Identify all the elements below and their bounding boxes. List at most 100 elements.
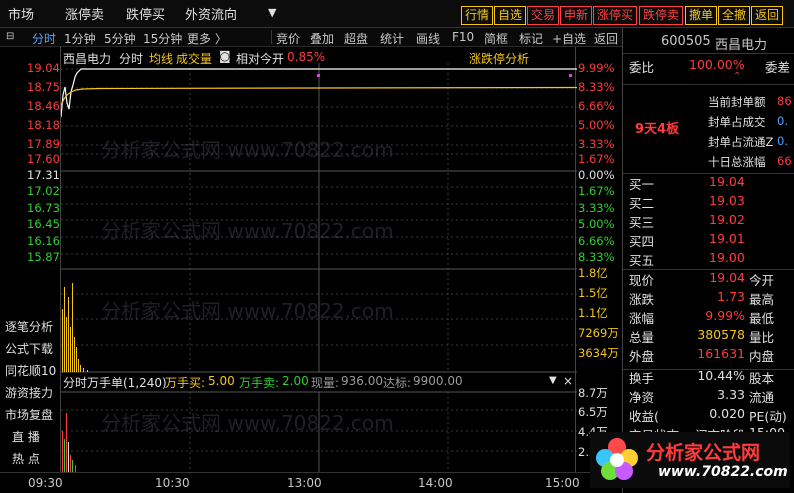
side-menu-ths10[interactable]: 同花顺10 bbox=[5, 362, 56, 379]
stat-value: 9.99% bbox=[705, 308, 745, 323]
price-tick: 17.89 bbox=[27, 137, 60, 151]
bid-label: 买三 bbox=[629, 215, 655, 230]
seal-row-label: 封单占成交 bbox=[708, 115, 766, 129]
target-value: 9900.00 bbox=[413, 374, 463, 388]
f10-button[interactable]: F10 bbox=[452, 30, 474, 44]
trade-button[interactable]: 交易 bbox=[527, 6, 560, 25]
bid-price[interactable]: 19.03 bbox=[709, 193, 745, 208]
big-sell-label: 万手卖: bbox=[239, 376, 280, 390]
pct-tick: 3.33% bbox=[578, 137, 615, 151]
return-button[interactable]: 返回 bbox=[594, 30, 618, 47]
stat-label: 涨幅 bbox=[629, 311, 655, 326]
draw-line-button[interactable]: 画线 bbox=[416, 30, 440, 47]
time-tick: 14:00 bbox=[418, 476, 453, 490]
cancel-all-button[interactable]: 全撤 bbox=[718, 6, 751, 25]
price-tick: 18.75 bbox=[27, 80, 60, 94]
cancel-order-button[interactable]: 撤单 bbox=[685, 6, 718, 25]
bid-label: 买四 bbox=[629, 234, 655, 249]
stats-button[interactable]: 统计 bbox=[380, 30, 404, 47]
volume-tick: 1.1亿 bbox=[578, 306, 608, 320]
price-tick: 19.04 bbox=[27, 61, 60, 75]
tab-limit-down-buy[interactable]: 跌停买 bbox=[126, 4, 165, 23]
stat-value: 380578 bbox=[697, 327, 745, 342]
stat-value: 19.04 bbox=[709, 270, 745, 285]
tab-limit-up-sell[interactable]: 涨停卖 bbox=[65, 4, 104, 23]
target-label: 达标: bbox=[383, 376, 412, 390]
pct-tick: 9.99% bbox=[578, 61, 615, 75]
seal-row-value: 86 bbox=[777, 94, 792, 108]
collapse-icon[interactable]: ⊟ bbox=[6, 31, 14, 42]
pct-tick: 0.00% bbox=[578, 168, 615, 182]
tab-5min[interactable]: 5分钟 bbox=[104, 30, 136, 47]
time-axis: 09:30 10:30 13:00 14:00 15:00 bbox=[0, 472, 622, 493]
price-tick: 18.46 bbox=[27, 99, 60, 113]
stat-value: 3.33 bbox=[717, 387, 745, 402]
lower-tick: 6.5万 bbox=[578, 405, 608, 419]
pct-tick: 6.66% bbox=[578, 99, 615, 113]
limit-up-buy-button[interactable]: 涨停买 bbox=[593, 6, 638, 25]
quote-button[interactable]: 行情 bbox=[461, 6, 494, 25]
pct-tick: 8.33% bbox=[578, 250, 615, 264]
chart-svg bbox=[61, 63, 577, 472]
side-menu-relay[interactable]: 游资接力 bbox=[5, 384, 53, 401]
bid-label: 买五 bbox=[629, 253, 655, 268]
side-menu-live[interactable]: 直 播 bbox=[12, 428, 40, 445]
side-menu-market-review[interactable]: 市场复盘 bbox=[5, 406, 53, 423]
pct-tick: 6.66% bbox=[578, 234, 615, 248]
simple-frame-button[interactable]: 简框 bbox=[484, 30, 508, 47]
volume-bars bbox=[62, 283, 88, 372]
stat-label: 最低 bbox=[749, 311, 775, 326]
side-menu-tick-analysis[interactable]: 逐笔分析 bbox=[5, 318, 53, 335]
volume-tick: 7269万 bbox=[578, 326, 619, 340]
chart-area[interactable]: 西昌电力 分时 均线 成交量 ◙ 相对今开 0.85% 涨跌停分析 分时万手单(… bbox=[60, 47, 577, 472]
right-axis: 9.99% 8.33% 6.66% 5.00% 3.33% 1.67% 0.00% 1.67%… bbox=[576, 47, 622, 472]
current-volume-value: 936.00 bbox=[341, 374, 383, 388]
back-button[interactable]: 返回 bbox=[751, 6, 784, 25]
add-watchlist-button[interactable]: +自选 bbox=[552, 30, 586, 47]
stock-code: 600505 bbox=[661, 34, 711, 49]
bid-price[interactable]: 19.01 bbox=[709, 231, 745, 246]
stat-label: 收益( bbox=[629, 409, 659, 424]
dropdown-icon[interactable]: ▼ bbox=[549, 375, 557, 386]
volume-tick: 1.8亿 bbox=[578, 266, 608, 280]
bid-price[interactable]: 19.02 bbox=[709, 212, 745, 227]
chevron-up-icon[interactable]: ⌃ bbox=[733, 71, 741, 82]
price-tick: 15.87 bbox=[27, 250, 60, 264]
tab-foreign-flow[interactable]: 外资流向 bbox=[185, 4, 237, 23]
close-icon[interactable]: × bbox=[563, 374, 573, 388]
tab-1min[interactable]: 1分钟 bbox=[64, 30, 96, 47]
logo-url: www.70822.com bbox=[658, 464, 788, 480]
tab-15min[interactable]: 15分钟 bbox=[143, 30, 182, 47]
pct-tick: 8.33% bbox=[578, 80, 615, 94]
watchlist-button[interactable]: 自选 bbox=[494, 6, 527, 25]
dropdown-icon[interactable]: ▼ bbox=[268, 6, 276, 19]
stat-label: 今开 bbox=[749, 273, 775, 288]
big-sell-value: 2.00 bbox=[282, 374, 309, 388]
side-menu-formula-download[interactable]: 公式下载 bbox=[5, 340, 53, 357]
bid-label: 买一 bbox=[629, 177, 655, 192]
lower-tick: 8.7万 bbox=[578, 386, 608, 400]
mark-button[interactable]: 标记 bbox=[519, 30, 543, 47]
ipo-button[interactable]: 申新 bbox=[560, 6, 593, 25]
stat-label: 涨跌 bbox=[629, 292, 655, 307]
side-menu-hot[interactable]: 热 点 bbox=[12, 450, 40, 467]
tab-intraday[interactable]: 分时 bbox=[32, 30, 56, 47]
stat-label: 换手 bbox=[629, 371, 655, 386]
pct-tick: 1.67% bbox=[578, 152, 615, 166]
weibi-value: 100.00% bbox=[689, 57, 745, 72]
overlay-button[interactable]: 叠加 bbox=[310, 30, 334, 47]
tab-market[interactable]: 市场 bbox=[8, 4, 34, 23]
limit-down-sell-button[interactable]: 跌停卖 bbox=[639, 6, 684, 25]
weibi-label: 委比 bbox=[629, 60, 655, 75]
super-button[interactable]: 超盘 bbox=[344, 30, 368, 47]
seal-row-value: 0. bbox=[777, 134, 788, 148]
site-logo: 分析家公式网 www.70822.com bbox=[590, 432, 790, 488]
left-axis: 19.04 18.75 18.46 18.18 17.89 17.60 17.31 17.02… bbox=[0, 47, 60, 472]
bid-price[interactable]: 19.04 bbox=[709, 174, 745, 189]
seal-row-value: 0. bbox=[777, 114, 788, 128]
bid-price[interactable]: 19.00 bbox=[709, 250, 745, 265]
stat-value: 10.44% bbox=[697, 368, 745, 383]
auction-button[interactable]: 竞价 bbox=[276, 30, 300, 47]
stat-label: 现价 bbox=[629, 273, 655, 288]
tab-more[interactable]: 更多 〉 bbox=[187, 30, 227, 47]
